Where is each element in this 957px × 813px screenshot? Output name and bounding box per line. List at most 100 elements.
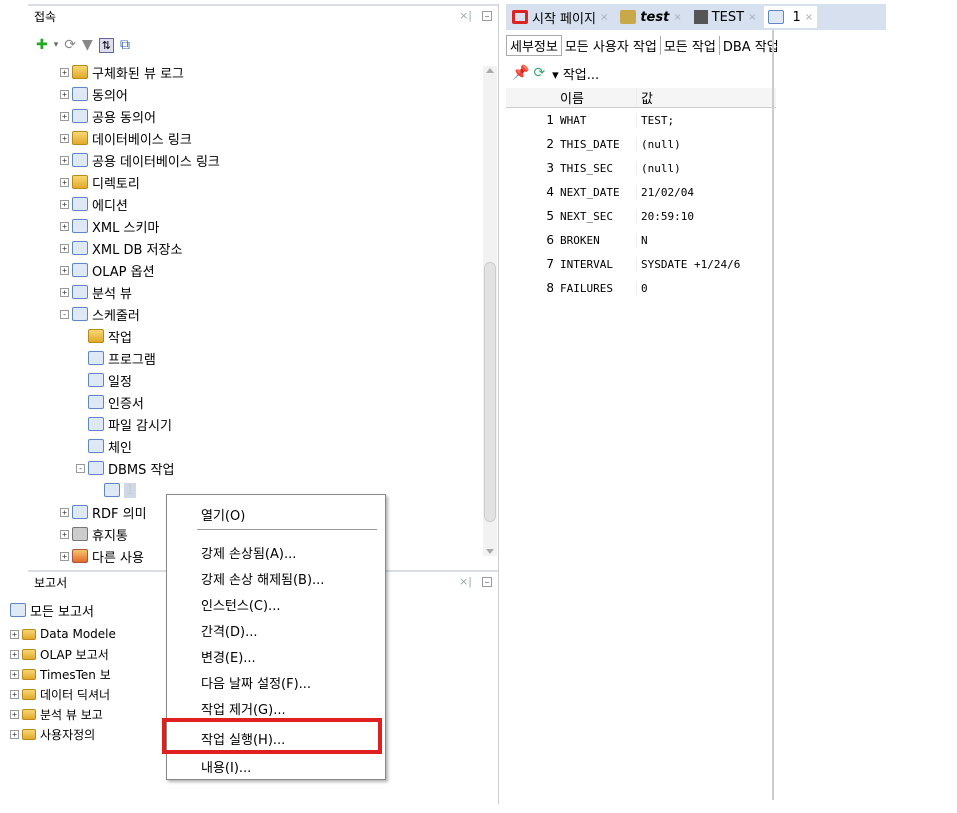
editor-tab[interactable]: TEST ×: [690, 6, 761, 28]
expand-icon[interactable]: +: [10, 689, 19, 699]
pin-icon[interactable]: 📌: [512, 65, 529, 81]
tree-node[interactable]: 1: [104, 480, 137, 500]
dropdown-arrow-icon[interactable]: ▾: [54, 40, 59, 50]
tree-node[interactable]: + 에디션: [60, 194, 128, 214]
menu-item[interactable]: 강제 손상 해제됨(B)...: [167, 567, 385, 589]
expand-icon[interactable]: +: [10, 709, 19, 719]
subtab[interactable]: 모든 사용자 작업: [562, 35, 661, 55]
minimize-icon[interactable]: [482, 576, 492, 587]
expand-icon[interactable]: +: [60, 89, 69, 99]
report-node[interactable]: + 데이터 딕셔너: [10, 684, 110, 704]
tree-node[interactable]: 프로그램: [88, 348, 156, 368]
tree-node[interactable]: + 휴지통: [60, 524, 128, 544]
expand-icon[interactable]: +: [60, 529, 69, 539]
scroll-up-icon[interactable]: [486, 68, 494, 73]
expand-icon[interactable]: +: [10, 629, 19, 639]
report-node[interactable]: + 사용자정의: [10, 724, 95, 744]
table-row[interactable]: 7 INTERVAL SYSDATE +1/24/6: [506, 252, 776, 276]
tree-node[interactable]: + 데이터베이스 링크: [60, 128, 192, 148]
subtab[interactable]: 세부정보: [506, 34, 562, 56]
refresh-icon[interactable]: ⟳: [533, 65, 545, 81]
expand-icon[interactable]: +: [60, 111, 69, 121]
expand-icon[interactable]: +: [60, 551, 69, 561]
expand-icon[interactable]: +: [60, 287, 69, 297]
menu-item[interactable]: 열기(O): [167, 503, 385, 525]
add-connection-icon[interactable]: ✚: [36, 37, 48, 53]
collapse-icon[interactable]: -: [60, 309, 69, 319]
tree-node[interactable]: + 구체화된 뷰 로그: [60, 62, 184, 82]
report-node[interactable]: + Data Modele: [10, 624, 116, 644]
report-node[interactable]: + TimesTen 보: [10, 664, 111, 684]
tree-node[interactable]: + 동의어: [60, 84, 128, 104]
tree-node[interactable]: + 공용 동의어: [60, 106, 156, 126]
expand-icon[interactable]: +: [60, 221, 69, 231]
tree-node[interactable]: + 디렉토리: [60, 172, 140, 192]
tree-node[interactable]: + XML 스키마: [60, 216, 159, 236]
table-row[interactable]: 6 BROKEN N: [506, 228, 776, 252]
tree-node[interactable]: 파일 감시기: [88, 414, 172, 434]
editor-tab[interactable]: 1 ×: [764, 6, 818, 28]
menu-item[interactable]: 강제 손상됨(A)...: [167, 541, 385, 563]
filter-icon[interactable]: ▼: [82, 37, 93, 53]
close-tab-icon[interactable]: ×: [805, 12, 813, 23]
table-row[interactable]: 4 NEXT_DATE 21/02/04: [506, 180, 776, 204]
menu-item[interactable]: 작업 제거(G)...: [167, 697, 385, 719]
expand-icon[interactable]: +: [60, 155, 69, 165]
tree-node[interactable]: 일정: [88, 370, 132, 390]
value-column-header[interactable]: 값: [636, 88, 776, 107]
collapse-icon[interactable]: -: [76, 463, 85, 473]
close-icon[interactable]: ×|: [459, 575, 472, 588]
tree-node[interactable]: 체인: [88, 436, 132, 456]
menu-item[interactable]: 내용(I)...: [167, 755, 385, 777]
menu-item[interactable]: 간격(D)...: [167, 619, 385, 641]
close-icon[interactable]: ×|: [459, 9, 472, 22]
report-node[interactable]: + OLAP 보고서: [10, 644, 109, 664]
tree-node[interactable]: 인증서: [88, 392, 144, 412]
expand-icon[interactable]: +: [60, 243, 69, 253]
tree-node[interactable]: + OLAP 옵션: [60, 260, 155, 280]
minimize-icon[interactable]: [482, 10, 492, 21]
actions-dropdown[interactable]: ▾ 작업...: [549, 64, 602, 83]
scroll-thumb[interactable]: [484, 262, 496, 522]
tree-node[interactable]: 작업: [88, 326, 132, 346]
expand-icon[interactable]: +: [60, 133, 69, 143]
expand-icon[interactable]: +: [60, 177, 69, 187]
name-column-header[interactable]: 이름: [558, 88, 636, 107]
editor-tab[interactable]: test ×: [616, 6, 685, 28]
tree-node[interactable]: + 다른 사용: [60, 546, 144, 566]
refresh-icon[interactable]: ⟳: [64, 37, 76, 53]
table-row[interactable]: 8 FAILURES 0: [506, 276, 776, 300]
subtab[interactable]: 모든 작업: [661, 35, 720, 55]
schema-browser-icon[interactable]: ⇅: [98, 37, 114, 53]
connections-scrollbar[interactable]: [483, 66, 497, 556]
table-row[interactable]: 2 THIS_DATE (null): [506, 132, 776, 156]
tree-node[interactable]: - DBMS 작업: [76, 458, 174, 478]
expand-icon[interactable]: +: [60, 199, 69, 209]
tree-node[interactable]: + XML DB 저장소: [60, 238, 182, 258]
expand-icon[interactable]: +: [10, 649, 19, 659]
tree-node[interactable]: + 분석 뷰: [60, 282, 132, 302]
close-tab-icon[interactable]: ×: [748, 12, 756, 23]
close-tab-icon[interactable]: ×: [600, 12, 608, 23]
menu-item[interactable]: 다음 날짜 설정(F)...: [167, 671, 385, 693]
tree-node[interactable]: - 스케줄러: [60, 304, 140, 324]
all-reports-node[interactable]: 모든 보고서: [10, 600, 94, 620]
expand-icon[interactable]: +: [60, 507, 69, 517]
pane-splitter[interactable]: [498, 4, 506, 804]
menu-item[interactable]: 변경(E)...: [167, 645, 385, 667]
expand-icon[interactable]: +: [10, 729, 19, 739]
scroll-down-icon[interactable]: [486, 549, 494, 554]
editor-tab[interactable]: 시작 페이지 ×: [508, 6, 612, 28]
report-node[interactable]: + 분석 뷰 보고: [10, 704, 103, 724]
tree-node[interactable]: + 공용 데이터베이스 링크: [60, 150, 220, 170]
close-tab-icon[interactable]: ×: [673, 12, 681, 23]
menu-item[interactable]: 인스턴스(C)...: [167, 593, 385, 615]
table-row[interactable]: 3 THIS_SEC (null): [506, 156, 776, 180]
expand-icon[interactable]: +: [10, 669, 19, 679]
collapse-all-icon[interactable]: ⧉: [120, 37, 130, 53]
table-row[interactable]: 5 NEXT_SEC 20:59:10: [506, 204, 776, 228]
tree-node[interactable]: + RDF 의미: [60, 502, 147, 522]
table-row[interactable]: 1 WHAT TEST;: [506, 108, 776, 132]
expand-icon[interactable]: +: [60, 265, 69, 275]
expand-icon[interactable]: +: [60, 67, 69, 77]
